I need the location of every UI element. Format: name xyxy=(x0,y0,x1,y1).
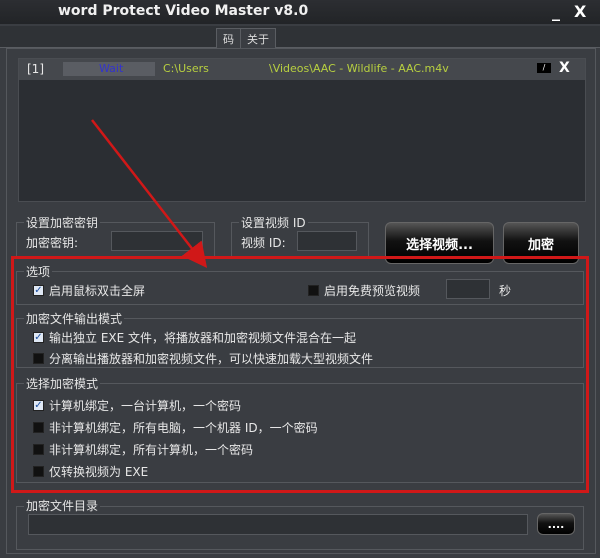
annotation-arrow xyxy=(91,119,208,268)
